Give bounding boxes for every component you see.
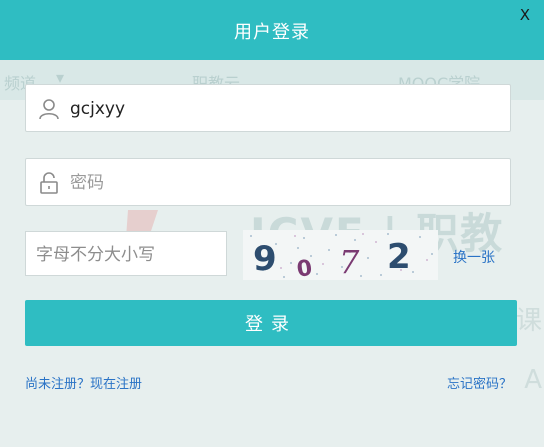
register-link[interactable]: 尚未注册？现在注册 [25,373,142,392]
password-field[interactable] [25,158,511,207]
captcha-char: 7 [339,243,360,280]
captcha-input[interactable] [34,232,224,277]
username-field[interactable] [25,84,511,133]
refresh-captcha-link[interactable]: 换一张 [453,247,495,267]
background-side-text: 课 [515,306,542,336]
user-icon [39,99,59,120]
close-button[interactable]: X [520,6,530,24]
captcha-char: 9 [253,239,277,279]
dialog-title: 用户登录 [234,22,310,43]
username-input[interactable] [68,85,502,133]
captcha-image[interactable]: 9 0 7 2 [243,230,438,280]
dialog-titlebar: 用户登录 X [0,0,544,60]
password-input[interactable] [68,159,502,207]
login-button[interactable]: 登录 [25,300,517,346]
lock-icon [40,172,58,194]
captcha-field[interactable] [25,231,227,277]
forgot-password-link[interactable]: 忘记密码？ [447,373,512,392]
captcha-char: 2 [387,237,411,277]
background-side-text: A [524,365,542,395]
